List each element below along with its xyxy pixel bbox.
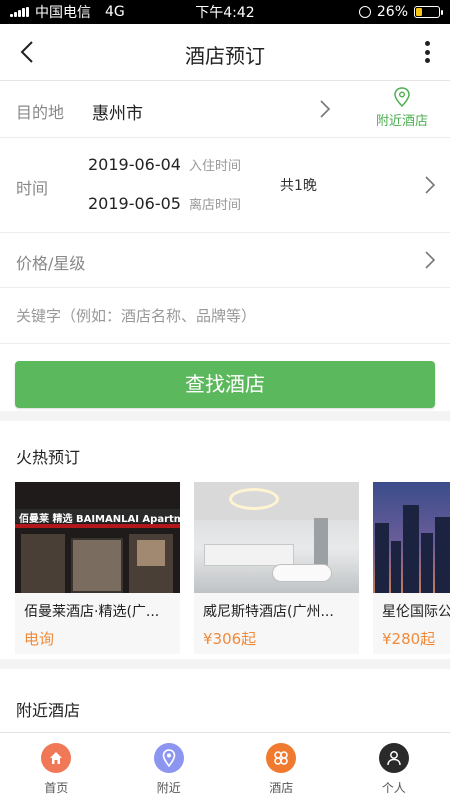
search-hotels-button[interactable]: 查找酒店 <box>15 361 435 408</box>
nights-count: 共1晚 <box>280 178 317 194</box>
nearby-hotels-title: 附近酒店 <box>16 701 81 720</box>
hotel-sign-text: 佰曼莱 精选 BAIMANLAI Apartme <box>19 514 180 525</box>
battery-icon <box>414 6 443 18</box>
checkout-date-value: 2019-06-05 <box>88 194 181 213</box>
battery-fill <box>416 8 422 16</box>
user-icon <box>378 743 409 773</box>
checkin-date[interactable]: 2019-06-04 入住时间 <box>88 155 241 174</box>
price-star-label: 价格/星级 <box>16 254 86 273</box>
tab-hotel-label: 酒店 <box>269 781 294 795</box>
hotel-card[interactable]: 威尼斯特酒店(广州... ¥306起 <box>194 482 359 654</box>
home-icon <box>41 743 72 773</box>
keyword-input[interactable]: 关键字（例如：酒店名称、品牌等） <box>16 305 256 326</box>
status-bar: 中国电信 4G 下午4:42 26% <box>0 0 450 24</box>
chevron-right-icon <box>320 100 331 118</box>
more-menu-button[interactable] <box>422 38 432 66</box>
tab-nearby-label: 附近 <box>156 781 181 795</box>
tab-hotel[interactable]: 酒店 <box>225 733 338 800</box>
nearby-hotels-button[interactable]: 附近酒店 <box>372 87 432 129</box>
hotel-name: 佰曼莱酒店·精选(广... <box>24 604 160 620</box>
booking-form: 目的地 惠州市 附近酒店 时间 2019-06-04 入住时间 2019-06-0… <box>0 81 450 411</box>
location-icon <box>153 743 184 773</box>
hotel-price: ¥280起 <box>382 630 436 648</box>
signal-icon <box>10 7 29 17</box>
tab-bar: 首页 附近 酒店 个人 <box>0 732 450 800</box>
more-dots-icon <box>424 41 430 46</box>
hotel-name: 星伦国际公 <box>382 604 450 620</box>
hotel-card[interactable]: 佰曼莱 精选 BAIMANLAI Apartme 佰曼莱酒店·精选(广... 电… <box>15 482 180 654</box>
hot-bookings-list: 佰曼莱 精选 BAIMANLAI Apartme 佰曼莱酒店·精选(广... 电… <box>15 482 450 654</box>
checkin-tag: 入住时间 <box>188 159 241 174</box>
price-star-row[interactable]: 价格/星级 <box>0 233 450 288</box>
network-type: 4G <box>105 4 125 20</box>
nearby-hotels-section: 附近酒店 <box>0 669 450 732</box>
checkin-date-value: 2019-06-04 <box>88 155 181 174</box>
hotel-price: 电询 <box>24 630 55 648</box>
destination-value[interactable]: 惠州市 <box>92 99 143 124</box>
hotel-name: 威尼斯特酒店(广州... <box>203 604 334 620</box>
destination-label: 目的地 <box>16 103 65 122</box>
hotel-photo <box>373 482 450 593</box>
hotel-price: ¥306起 <box>203 630 257 648</box>
battery-percent: 26% <box>376 4 408 20</box>
status-left: 中国电信 4G <box>10 2 125 22</box>
status-right: 26% <box>358 4 443 20</box>
hotel-photo <box>194 482 359 593</box>
hot-bookings-title: 火热预订 <box>16 448 81 467</box>
location-pin-icon <box>394 87 410 107</box>
tab-profile-label: 个人 <box>381 781 406 795</box>
hotel-photo: 佰曼莱 精选 BAIMANLAI Apartme <box>15 482 180 593</box>
keyword-row[interactable]: 关键字（例如：酒店名称、品牌等） <box>0 288 450 344</box>
time-label: 时间 <box>16 179 49 198</box>
hotel-icon <box>266 743 297 773</box>
date-row[interactable]: 时间 2019-06-04 入住时间 2019-06-05 离店时间 共1晚 <box>0 138 450 233</box>
tab-profile[interactable]: 个人 <box>338 733 450 800</box>
rotation-lock-icon <box>358 6 371 18</box>
tab-home[interactable]: 首页 <box>0 733 113 800</box>
hotel-card[interactable]: 星伦国际公 ¥280起 <box>373 482 450 654</box>
tab-home-label: 首页 <box>44 781 69 795</box>
destination-row[interactable]: 目的地 惠州市 附近酒店 <box>0 81 450 138</box>
checkout-date[interactable]: 2019-06-05 离店时间 <box>88 194 241 213</box>
chevron-right-icon <box>425 251 436 269</box>
chevron-right-icon <box>425 176 436 194</box>
page-title: 酒店预订 <box>185 44 265 68</box>
nearby-hotels-label: 附近酒店 <box>375 114 428 129</box>
carrier-name: 中国电信 <box>35 5 91 21</box>
checkout-tag: 离店时间 <box>188 198 241 213</box>
tab-nearby[interactable]: 附近 <box>113 733 226 800</box>
hot-bookings-section: 火热预订 佰曼莱 精选 BAIMANLAI Apartme 佰曼莱酒店·精选(广… <box>0 421 450 659</box>
app-header: 酒店预订 <box>0 24 450 81</box>
